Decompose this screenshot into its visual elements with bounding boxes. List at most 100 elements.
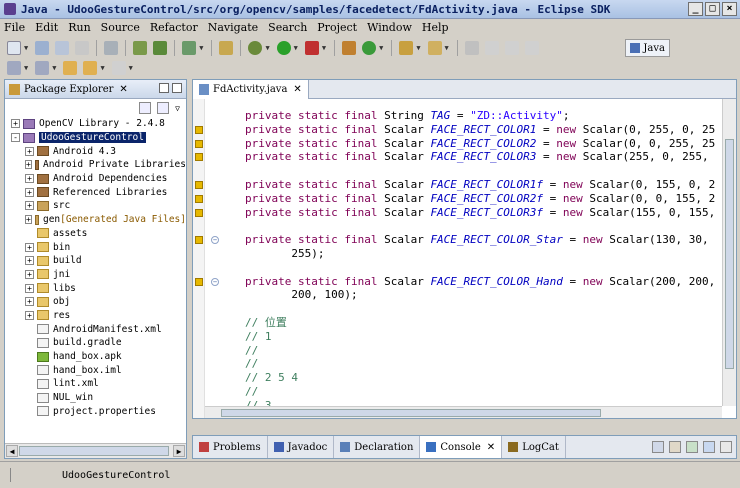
expand-icon[interactable]: + [25, 269, 34, 279]
expand-icon[interactable]: + [25, 160, 32, 170]
tree-item[interactable]: + Android Dependencies [5, 172, 186, 186]
chevron-down-icon[interactable]: ▼ [129, 64, 133, 72]
tree-item[interactable]: + res [5, 309, 186, 323]
warning-marker-icon[interactable] [195, 194, 203, 203]
tree-item[interactable]: + Referenced Libraries [5, 185, 186, 199]
expand-icon[interactable]: + [25, 201, 34, 211]
menu-run[interactable]: Run [68, 21, 90, 34]
menu-source[interactable]: Source [101, 21, 140, 34]
chevron-down-icon[interactable]: ▼ [322, 44, 326, 52]
run-icon[interactable] [276, 41, 291, 55]
fold-marker-icon[interactable]: − [211, 277, 219, 286]
tree-item[interactable]: lint.xml [5, 377, 186, 391]
expand-icon[interactable]: + [25, 187, 34, 197]
tree-item[interactable]: - UdooGestureControl [5, 131, 186, 145]
tree-item[interactable]: NUL_win [5, 391, 186, 405]
expand-icon[interactable]: + [25, 146, 34, 156]
last-edit-icon[interactable] [63, 61, 78, 75]
tab-console[interactable]: Console ✕ [420, 436, 503, 458]
save-all-icon[interactable] [55, 41, 70, 55]
warning-marker-icon[interactable] [195, 153, 203, 162]
menu-search[interactable]: Search [268, 21, 307, 34]
tab-declaration[interactable]: Declaration [334, 436, 421, 458]
close-button[interactable]: × [722, 2, 737, 16]
warning-marker-icon[interactable] [195, 139, 203, 148]
menu-edit[interactable]: Edit [35, 21, 58, 34]
warning-marker-icon[interactable] [195, 125, 203, 134]
horizontal-scrollbar[interactable]: ◀ ▶ [5, 443, 186, 458]
minimize-button[interactable]: _ [688, 2, 703, 16]
view-menu-icon[interactable]: ▽ [175, 104, 180, 113]
clipboard-icon[interactable] [219, 41, 234, 55]
open-type-icon[interactable] [399, 41, 414, 55]
tree-item[interactable]: + libs [5, 281, 186, 295]
menu-help[interactable]: Help [422, 21, 449, 34]
chevron-down-icon[interactable]: ▼ [52, 64, 56, 72]
link-with-editor-icon[interactable] [157, 102, 170, 114]
scrollbar-thumb[interactable] [221, 409, 601, 417]
scrollbar-thumb[interactable] [725, 139, 734, 369]
tree-item[interactable]: + obj [5, 295, 186, 309]
warning-marker-icon[interactable] [195, 277, 203, 286]
menu-file[interactable]: File [4, 21, 25, 34]
mark-occurrences-icon[interactable] [484, 41, 499, 55]
new-package-icon[interactable] [342, 41, 357, 55]
debug-icon[interactable] [248, 41, 263, 55]
terminal-icon[interactable] [104, 41, 119, 55]
tree-item[interactable]: + bin [5, 240, 186, 254]
close-icon[interactable]: ✕ [293, 84, 301, 95]
forward-icon[interactable] [111, 61, 126, 75]
expand-icon[interactable]: + [25, 256, 34, 266]
horizontal-scrollbar[interactable] [205, 406, 722, 418]
expand-icon[interactable]: + [25, 174, 34, 184]
scroll-lock-icon[interactable] [686, 441, 698, 453]
chevron-down-icon[interactable]: ▼ [379, 44, 383, 52]
collapse-icon[interactable]: - [11, 133, 20, 143]
scrollbar-thumb[interactable] [19, 446, 169, 456]
scroll-right-icon[interactable]: ▶ [173, 445, 185, 457]
maximize-view-icon[interactable] [172, 83, 182, 93]
tab-javadoc[interactable]: Javadoc [268, 436, 335, 458]
tree-item[interactable]: + jni [5, 268, 186, 282]
tree-item[interactable]: hand_box.iml [5, 363, 186, 377]
new-icon[interactable] [7, 41, 21, 55]
save-icon[interactable] [35, 41, 50, 55]
tree-item[interactable]: project.properties [5, 404, 186, 418]
tab-logcat[interactable]: LogCat [502, 436, 566, 458]
tree-item[interactable]: + build [5, 254, 186, 268]
expand-icon[interactable]: + [25, 310, 34, 320]
expand-icon[interactable]: + [25, 215, 32, 225]
next-annotation-icon[interactable] [7, 61, 21, 75]
block-selection-icon[interactable] [504, 41, 519, 55]
warning-marker-icon[interactable] [195, 208, 203, 217]
menu-refactor[interactable]: Refactor [150, 21, 198, 34]
chevron-down-icon[interactable]: ▼ [445, 44, 449, 52]
chevron-down-icon[interactable]: ▼ [416, 44, 420, 52]
pin-icon[interactable] [464, 41, 479, 55]
close-icon[interactable]: ✕ [119, 84, 127, 95]
expand-icon[interactable]: + [25, 242, 34, 252]
chevron-down-icon[interactable]: ▼ [265, 44, 269, 52]
search-icon[interactable] [427, 41, 442, 55]
show-whitespace-icon[interactable] [524, 41, 539, 55]
menu-navigate[interactable]: Navigate [208, 21, 258, 34]
chevron-down-icon[interactable]: ▼ [199, 44, 203, 52]
display-console-icon[interactable] [703, 441, 715, 453]
vertical-scrollbar[interactable] [722, 99, 736, 406]
terminate-icon[interactable] [652, 441, 664, 453]
close-icon[interactable]: ✕ [487, 442, 495, 453]
collapse-all-icon[interactable] [139, 102, 152, 114]
tree-item[interactable]: + Android 4.3 [5, 144, 186, 158]
clear-console-icon[interactable] [669, 441, 681, 453]
chevron-down-icon[interactable]: ▼ [100, 64, 104, 72]
maximize-button[interactable]: □ [705, 2, 720, 16]
tree-item[interactable]: + OpenCV Library - 2.4.8 [5, 117, 186, 131]
tree-item[interactable]: build.gradle [5, 336, 186, 350]
tree-item[interactable]: hand_box.apk [5, 350, 186, 364]
expand-icon[interactable]: + [25, 297, 34, 307]
minimize-view-icon[interactable] [159, 83, 169, 93]
perspective-switcher[interactable]: Java [625, 39, 670, 57]
menu-window[interactable]: Window [367, 21, 412, 34]
android-sdk-icon[interactable] [133, 41, 148, 55]
menu-project[interactable]: Project [317, 21, 357, 34]
